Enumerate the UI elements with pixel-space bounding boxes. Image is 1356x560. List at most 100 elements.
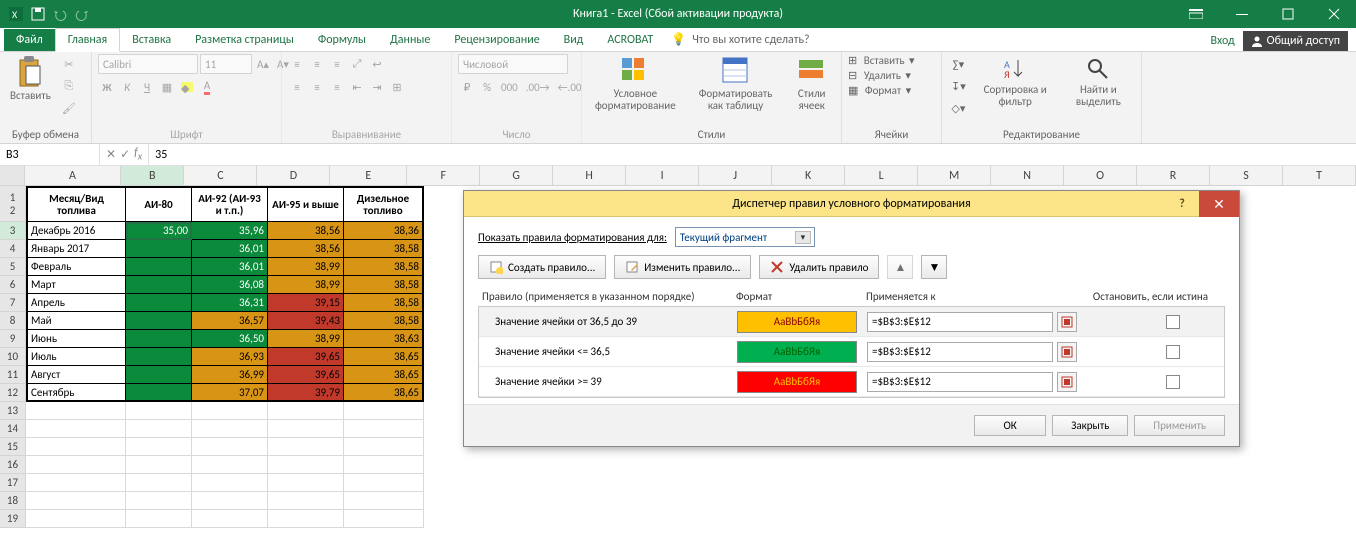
- dialog-apply-button[interactable]: Применить: [1134, 415, 1225, 436]
- cell-b[interactable]: [126, 240, 192, 258]
- row-header[interactable]: 5: [0, 258, 26, 276]
- cell-e[interactable]: 38,58: [344, 240, 424, 258]
- move-down-button[interactable]: ▼: [921, 255, 947, 279]
- cell-month[interactable]: Сентябрь: [26, 384, 126, 402]
- row-header[interactable]: 12: [0, 384, 26, 402]
- borders-icon[interactable]: ▦: [158, 77, 176, 97]
- cell-c[interactable]: 36,93: [192, 348, 268, 366]
- cell-month[interactable]: Июнь: [26, 330, 126, 348]
- italic-button[interactable]: К: [118, 77, 136, 97]
- cell-b[interactable]: [126, 384, 192, 402]
- cell-c[interactable]: 36,99: [192, 366, 268, 384]
- col-header[interactable]: I: [626, 166, 699, 185]
- cell-b[interactable]: [126, 312, 192, 330]
- cell-c[interactable]: 36,08: [192, 276, 268, 294]
- cell-styles-button[interactable]: Стили ячеек: [788, 54, 835, 114]
- align-right-icon[interactable]: ≡: [328, 77, 346, 97]
- cell-c[interactable]: 35,96: [192, 222, 268, 240]
- copy-icon[interactable]: ⎘: [59, 76, 79, 96]
- tab-insert[interactable]: Вставка: [120, 29, 183, 51]
- delete-rule-button[interactable]: Удалить правило: [759, 255, 879, 279]
- delete-cells-button[interactable]: ⊟ Удалить ▾: [848, 69, 911, 82]
- cell-b[interactable]: [126, 276, 192, 294]
- row-header[interactable]: 15: [0, 438, 26, 456]
- rule-applies-to-input[interactable]: =$B$3:$E$12: [867, 372, 1053, 392]
- align-center-icon[interactable]: ≡: [308, 77, 326, 97]
- col-header[interactable]: N: [991, 166, 1064, 185]
- cell-d[interactable]: 39,65: [268, 348, 344, 366]
- wrap-text-icon[interactable]: ↩: [368, 54, 386, 74]
- select-all-corner[interactable]: [0, 166, 25, 185]
- cell-c[interactable]: 36,01: [192, 258, 268, 276]
- dialog-close-button[interactable]: ✕: [1199, 191, 1239, 217]
- font-color-icon[interactable]: А: [198, 77, 216, 97]
- row-header[interactable]: 18: [0, 492, 26, 510]
- tab-formulas[interactable]: Формулы: [306, 29, 378, 51]
- tab-home[interactable]: Главная: [55, 28, 120, 52]
- col-header[interactable]: C: [184, 166, 257, 185]
- cell-month[interactable]: Апрель: [26, 294, 126, 312]
- stop-if-true-checkbox[interactable]: [1166, 375, 1180, 389]
- cell-d[interactable]: 38,99: [268, 258, 344, 276]
- dialog-ok-button[interactable]: ОК: [974, 415, 1046, 436]
- tell-me-input[interactable]: Что вы хотите сделать?: [692, 29, 809, 51]
- col-header[interactable]: F: [407, 166, 480, 185]
- dialog-title[interactable]: Диспетчер правил условного форматировани…: [464, 191, 1239, 217]
- underline-button[interactable]: Ч: [138, 77, 156, 97]
- row-header[interactable]: 9: [0, 330, 26, 348]
- tab-review[interactable]: Рецензирование: [442, 29, 551, 51]
- inc-decimal-icon[interactable]: .00→: [523, 77, 553, 97]
- cell-d[interactable]: 38,56: [268, 222, 344, 240]
- dec-decimal-icon[interactable]: ←.00: [555, 77, 585, 97]
- col-header[interactable]: H: [553, 166, 626, 185]
- row-header[interactable]: 3: [0, 222, 26, 240]
- qat-undo-icon[interactable]: [52, 6, 68, 22]
- bold-button[interactable]: Ж: [98, 77, 116, 97]
- cell-e[interactable]: 38,58: [344, 258, 424, 276]
- formula-bar[interactable]: 35: [149, 148, 1356, 162]
- ribbon-options-icon[interactable]: [1174, 0, 1218, 28]
- tab-file[interactable]: Файл: [4, 29, 55, 51]
- sort-filter-button[interactable]: АЯ Сортировка и фильтр: [973, 54, 1058, 110]
- autosum-icon[interactable]: ∑▾: [948, 54, 969, 74]
- col-header[interactable]: R: [1137, 166, 1210, 185]
- fx-icon[interactable]: fx: [134, 146, 142, 162]
- align-top-icon[interactable]: ≡: [288, 54, 306, 74]
- enter-formula-icon[interactable]: ✓: [120, 147, 130, 162]
- minimize-button[interactable]: [1220, 0, 1264, 28]
- cell-b[interactable]: [126, 294, 192, 312]
- scope-combo[interactable]: Текущий фрагмент: [675, 227, 815, 247]
- cell-c[interactable]: 36,57: [192, 312, 268, 330]
- cell-month[interactable]: Февраль: [26, 258, 126, 276]
- cell-e[interactable]: 38,63: [344, 330, 424, 348]
- dialog-close-btn[interactable]: Закрыть: [1052, 415, 1128, 436]
- row-header[interactable]: 11: [0, 366, 26, 384]
- stop-if-true-checkbox[interactable]: [1166, 345, 1180, 359]
- paste-button[interactable]: Вставить: [6, 54, 55, 104]
- cell-e[interactable]: 38,65: [344, 348, 424, 366]
- dialog-help-button[interactable]: ?: [1167, 191, 1197, 217]
- grow-font-icon[interactable]: A▴: [254, 54, 272, 74]
- row-header[interactable]: 4: [0, 240, 26, 258]
- row-header[interactable]: 12: [0, 186, 26, 222]
- col-header[interactable]: M: [918, 166, 991, 185]
- font-size-combo[interactable]: 11: [200, 54, 252, 74]
- range-picker-icon[interactable]: [1057, 312, 1077, 332]
- row-header[interactable]: 7: [0, 294, 26, 312]
- col-header[interactable]: O: [1064, 166, 1137, 185]
- cell-b[interactable]: [126, 258, 192, 276]
- format-painter-icon[interactable]: 🖌: [59, 98, 79, 118]
- format-as-table-button[interactable]: Форматировать как таблицу: [687, 54, 785, 114]
- indent-dec-icon[interactable]: ⇤: [348, 77, 366, 97]
- row-header[interactable]: 13: [0, 402, 26, 420]
- col-header[interactable]: G: [480, 166, 553, 185]
- number-format-combo[interactable]: Числовой: [458, 54, 568, 74]
- font-name-combo[interactable]: Calibri: [98, 54, 198, 74]
- rule-row[interactable]: Значение ячейки >= 39АаВbБбЯя=$B$3:$E$12: [479, 367, 1224, 397]
- clear-icon[interactable]: ◇▾: [948, 98, 969, 118]
- cell-month[interactable]: Март: [26, 276, 126, 294]
- rule-row[interactable]: Значение ячейки <= 36,5АаВbБбЯя=$B$3:$E$…: [479, 337, 1224, 367]
- cell-d[interactable]: 39,65: [268, 366, 344, 384]
- rule-applies-to-input[interactable]: =$B$3:$E$12: [867, 312, 1053, 332]
- fill-color-icon[interactable]: ◆: [178, 77, 196, 97]
